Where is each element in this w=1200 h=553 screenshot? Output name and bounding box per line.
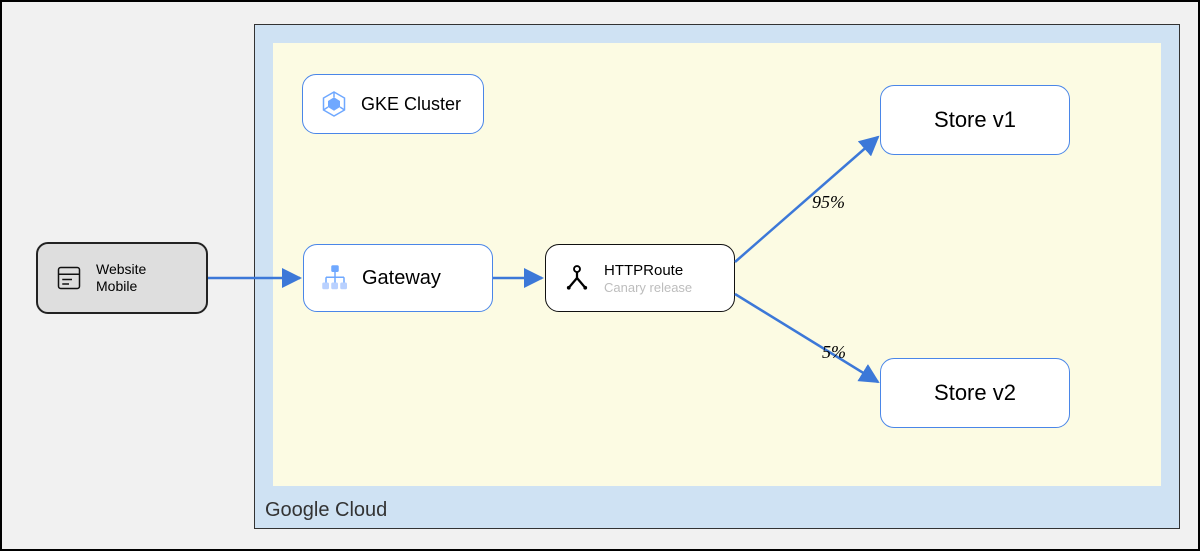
client-line2: Mobile (96, 278, 146, 295)
google-cloud-label: Google Cloud (265, 499, 387, 522)
page-icon (54, 263, 84, 293)
diagram-canvas: Google Cloud GKE Cluster Websit (0, 0, 1200, 551)
gke-icon (319, 89, 349, 119)
store-v1-label: Store v1 (934, 107, 1016, 133)
client-node: Website Mobile (36, 242, 208, 314)
client-line1: Website (96, 261, 146, 278)
store-v2-label: Store v2 (934, 380, 1016, 406)
store-v2-node: Store v2 (880, 358, 1070, 428)
gke-cluster-label: GKE Cluster (361, 94, 461, 115)
httproute-label: HTTPRoute (604, 262, 692, 280)
store-v1-node: Store v1 (880, 85, 1070, 155)
httproute-sub: Canary release (604, 280, 692, 295)
loadbalancer-icon (320, 263, 350, 293)
split-icon (562, 263, 592, 293)
gateway-node: Gateway (303, 244, 493, 312)
gateway-label: Gateway (362, 267, 441, 290)
edge-label-v1: 95% (812, 192, 845, 213)
edge-label-v2: 5% (822, 342, 846, 363)
httproute-node: HTTPRoute Canary release (545, 244, 735, 312)
gke-cluster-node: GKE Cluster (302, 74, 484, 134)
